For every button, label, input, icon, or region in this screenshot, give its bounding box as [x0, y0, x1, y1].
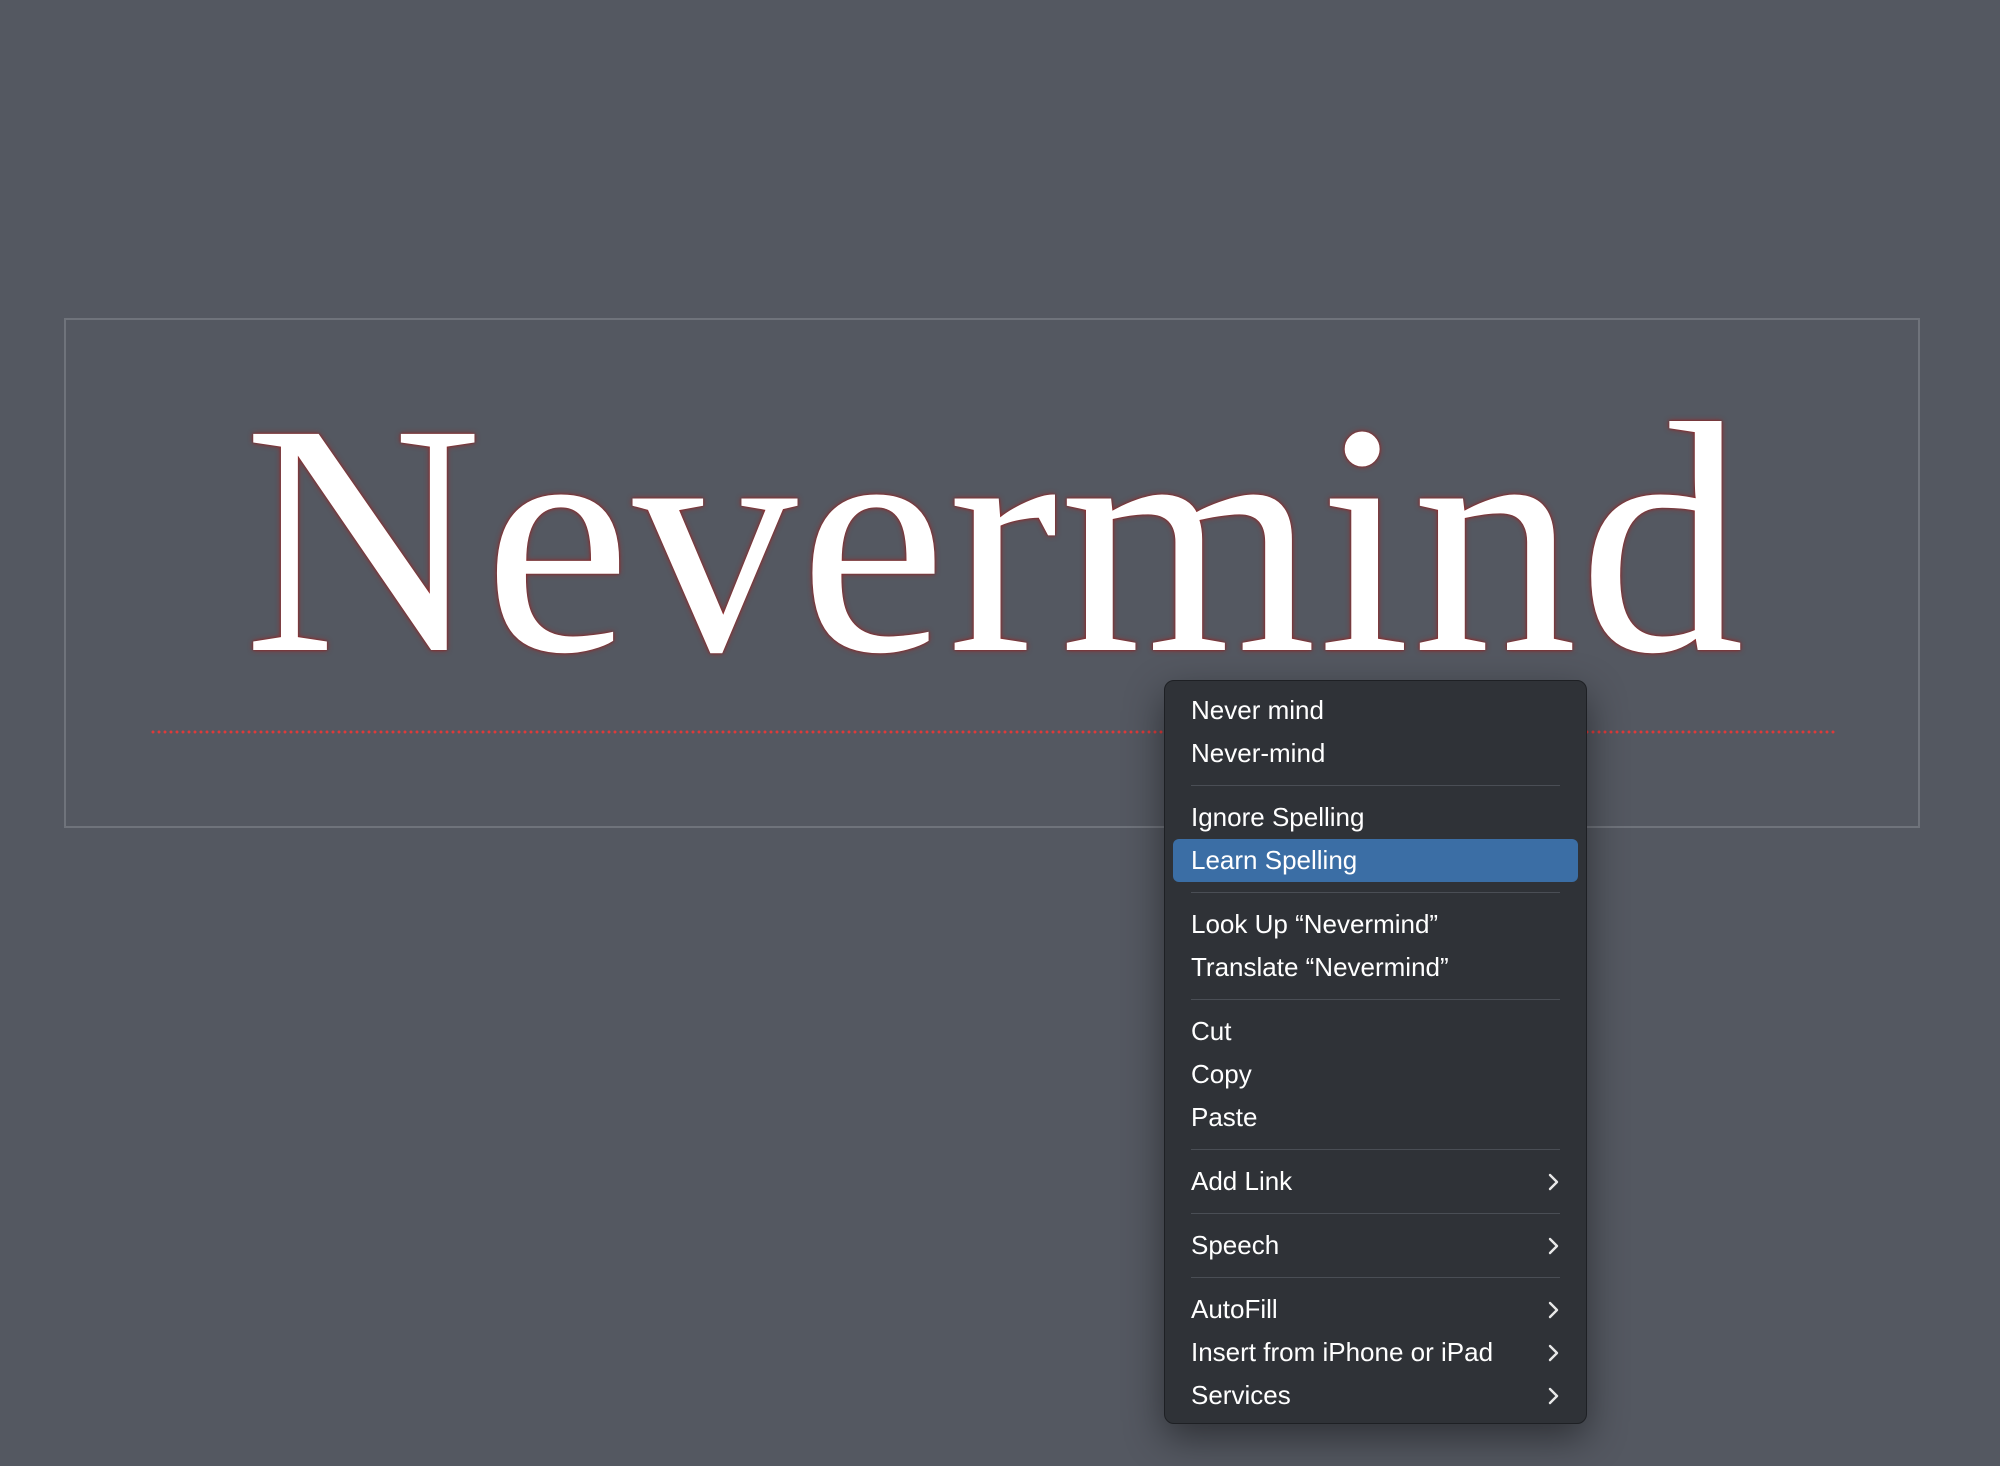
chevron-right-icon	[1548, 1160, 1560, 1191]
menu-separator	[1191, 1149, 1560, 1150]
menu-item-learn-spelling[interactable]: Learn Spelling	[1173, 839, 1578, 882]
editor-canvas: Nevermind Never mind Never-mind Ignore S…	[0, 0, 2000, 1466]
chevron-right-icon	[1548, 1288, 1560, 1319]
menu-separator	[1191, 999, 1560, 1000]
context-menu: Never mind Never-mind Ignore Spelling Le…	[1164, 680, 1587, 1424]
misspelled-word[interactable]: Nevermind	[150, 350, 1840, 730]
menu-item-label: Paste	[1191, 1102, 1258, 1132]
menu-separator	[1191, 1277, 1560, 1278]
menu-item-insert-from-iphone[interactable]: Insert from iPhone or iPad	[1173, 1331, 1578, 1374]
menu-item-services[interactable]: Services	[1173, 1374, 1578, 1417]
menu-separator	[1191, 892, 1560, 893]
menu-item-label: Translate “Nevermind”	[1191, 952, 1449, 982]
menu-separator	[1191, 785, 1560, 786]
menu-item-look-up[interactable]: Look Up “Nevermind”	[1173, 903, 1578, 946]
menu-item-label: Services	[1191, 1380, 1291, 1410]
menu-item-copy[interactable]: Copy	[1173, 1053, 1578, 1096]
menu-item-ignore-spelling[interactable]: Ignore Spelling	[1173, 796, 1578, 839]
menu-item-label: Add Link	[1191, 1166, 1293, 1196]
menu-item-label: Learn Spelling	[1191, 845, 1358, 875]
menu-item-paste[interactable]: Paste	[1173, 1096, 1578, 1139]
menu-item-label: Insert from iPhone or iPad	[1191, 1337, 1494, 1367]
menu-item-label: Ignore Spelling	[1191, 802, 1365, 832]
chevron-right-icon	[1548, 1374, 1560, 1405]
chevron-right-icon	[1548, 1331, 1560, 1362]
menu-item-speech[interactable]: Speech	[1173, 1224, 1578, 1267]
menu-item-autofill[interactable]: AutoFill	[1173, 1288, 1578, 1331]
menu-item-never-hyphen-mind[interactable]: Never-mind	[1173, 732, 1578, 775]
menu-item-label: AutoFill	[1191, 1294, 1278, 1324]
chevron-right-icon	[1548, 1224, 1560, 1255]
menu-item-cut[interactable]: Cut	[1173, 1010, 1578, 1053]
menu-item-label: Speech	[1191, 1230, 1280, 1260]
menu-item-label: Cut	[1191, 1016, 1232, 1046]
menu-separator	[1191, 1213, 1560, 1214]
menu-item-add-link[interactable]: Add Link	[1173, 1160, 1578, 1203]
menu-item-label: Never mind	[1191, 695, 1324, 725]
menu-item-translate[interactable]: Translate “Nevermind”	[1173, 946, 1578, 989]
menu-item-label: Look Up “Nevermind”	[1191, 909, 1439, 939]
menu-item-label: Never-mind	[1191, 738, 1326, 768]
menu-item-never-mind[interactable]: Never mind	[1173, 689, 1578, 732]
menu-item-label: Copy	[1191, 1059, 1252, 1089]
